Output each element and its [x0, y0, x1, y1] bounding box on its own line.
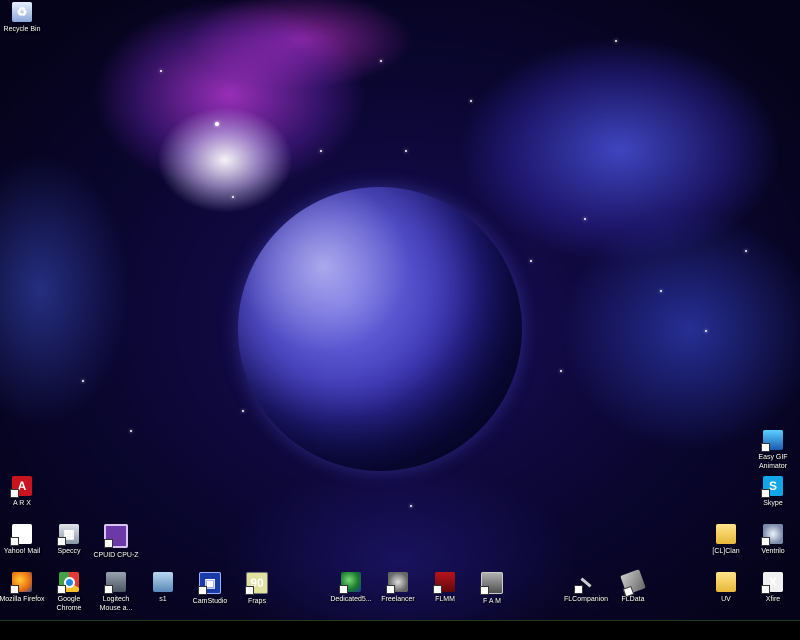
- fraps-icon: 90: [245, 572, 268, 595]
- skype-icon: S: [761, 476, 783, 498]
- icon-label: Mozilla Firefox: [0, 596, 45, 603]
- star: [160, 70, 162, 72]
- star: [745, 250, 747, 252]
- star: [705, 330, 707, 332]
- taskbar[interactable]: [0, 620, 800, 640]
- icon-label: CPUID CPU-Z: [93, 552, 139, 559]
- freelancer-icon: [386, 572, 408, 594]
- mouse-icon: [104, 572, 126, 594]
- globe-icon: [339, 572, 361, 594]
- desktop[interactable]: ♻ Recycle Bin A A R X Y Yahoo! Mail ▦ Sp…: [0, 0, 800, 640]
- recycle-bin-icon: ♻: [12, 2, 32, 22]
- satellite-icon: [574, 572, 596, 594]
- xfire-icon: X: [761, 572, 783, 594]
- desktop-icon-cpuid[interactable]: CPUID CPU-Z: [86, 524, 146, 560]
- star: [82, 380, 84, 382]
- icon-label: Speccy: [57, 548, 81, 555]
- star: [242, 410, 244, 412]
- speccy-icon: ▦: [57, 524, 79, 546]
- firefox-icon: [10, 572, 32, 594]
- desktop-icon-fraps[interactable]: 90 Fraps: [227, 572, 287, 606]
- icon-label: A R X: [13, 500, 31, 507]
- cpuz-icon: [104, 524, 128, 548]
- star: [130, 430, 132, 432]
- ventrilo-icon: [761, 524, 783, 546]
- desktop-icon-easy-gif-animator[interactable]: Easy GIF Animator: [743, 430, 800, 471]
- icon-label: Ventrilo: [761, 548, 785, 555]
- star: [380, 60, 382, 62]
- star: [232, 196, 234, 198]
- icon-label: Xfire: [765, 596, 781, 603]
- star: [584, 218, 586, 220]
- icon-label: Freelancer: [381, 596, 415, 603]
- icon-label: FLCompanion: [564, 596, 608, 603]
- yahoo-icon: Y: [10, 524, 32, 546]
- icon-label: Skype: [763, 500, 783, 507]
- icon-label: Logitech Mouse a...: [99, 596, 133, 612]
- desktop-icon-recycle-bin[interactable]: ♻ Recycle Bin: [0, 2, 52, 34]
- star: [470, 100, 472, 102]
- icon-label: F A M: [483, 598, 501, 605]
- star: [410, 505, 412, 507]
- star: [530, 260, 532, 262]
- planet-wallpaper: [238, 187, 522, 471]
- icon-label: Fraps: [248, 598, 266, 605]
- flmm-icon: [433, 572, 455, 594]
- acrobat-icon: A: [10, 476, 32, 498]
- icon-label: UV: [721, 596, 731, 603]
- fam-icon: [480, 572, 503, 595]
- star: [560, 370, 562, 372]
- star: [660, 290, 662, 292]
- star: [405, 150, 407, 152]
- desktop-icon-xfire[interactable]: X Xfire: [743, 572, 800, 604]
- icon-label: Google Chrome: [56, 596, 82, 612]
- folder-icon: [716, 524, 736, 544]
- icon-label: Yahoo! Mail: [3, 548, 41, 555]
- icon-label: Recycle Bin: [3, 26, 41, 33]
- star: [615, 40, 617, 42]
- icon-label: Easy GIF Animator: [758, 454, 788, 470]
- icon-label: CamStudio: [192, 598, 228, 605]
- icon-label: FLMM: [435, 596, 455, 603]
- desktop-icon-fldata[interactable]: FLData: [603, 569, 663, 604]
- desktop-icon-arx[interactable]: A A R X: [0, 476, 52, 508]
- folder-icon: [716, 572, 736, 592]
- desktop-icon-skype[interactable]: S Skype: [743, 476, 800, 508]
- desktop-icon-fam[interactable]: F A M: [462, 572, 522, 606]
- icon-label: s1: [159, 596, 167, 603]
- ship-icon: [620, 569, 646, 595]
- icon-label: [CL]Clan: [712, 548, 740, 555]
- chrome-icon: [57, 572, 79, 594]
- image-icon: [153, 572, 173, 592]
- camstudio-icon: ▣: [198, 572, 221, 595]
- desktop-icon-ventrilo[interactable]: Ventrilo: [743, 524, 800, 556]
- star: [320, 150, 322, 152]
- icon-label: Dedicated5...: [330, 596, 372, 603]
- star: [215, 122, 219, 126]
- gif-icon: [761, 430, 783, 452]
